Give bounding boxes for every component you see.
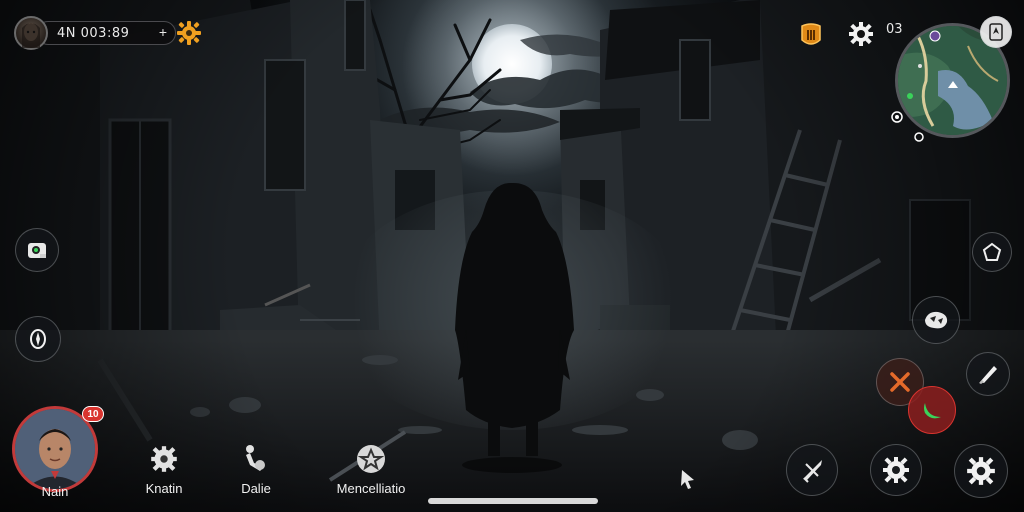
compass-icon <box>30 329 46 349</box>
north-arrow-icon <box>989 23 1003 41</box>
gear-icon <box>151 446 177 472</box>
shield-badge-icon[interactable] <box>800 22 822 48</box>
knife-icon <box>979 366 997 384</box>
character-name: Nain <box>41 484 69 499</box>
fire-button[interactable] <box>786 444 838 496</box>
gear-icon <box>883 457 909 483</box>
top-counter: 03 <box>886 22 903 37</box>
player-id-bar: 4N 003:89 + <box>36 21 176 45</box>
camera-icon <box>28 243 46 258</box>
compass-north-button[interactable] <box>980 16 1012 48</box>
map-marker-icon <box>890 110 904 124</box>
player-avatar[interactable] <box>14 16 48 50</box>
daily-reward-icon[interactable] <box>176 20 202 46</box>
notification-badge: 10 <box>82 406 104 422</box>
character-face-icon <box>15 409 95 489</box>
pentagon-icon <box>982 242 1002 261</box>
grenade-icon <box>925 311 948 329</box>
pin-icon <box>246 445 265 471</box>
reload-button[interactable] <box>870 444 922 496</box>
special-skill-button[interactable] <box>908 386 956 434</box>
add-button[interactable]: + <box>159 24 167 40</box>
bullet-icon <box>803 460 822 483</box>
grenade-button[interactable] <box>912 296 960 344</box>
star-badge-icon <box>357 445 385 473</box>
cursor-arrow-icon <box>678 468 698 490</box>
player-id-pill[interactable]: 4N 003:89 + <box>14 16 176 50</box>
game-screen: 4N 003:89 + 03 10 Nain Knatin Dalie Menc… <box>0 0 1024 512</box>
tab-label: Mencelliatio <box>336 481 406 496</box>
settings-button[interactable] <box>954 444 1008 498</box>
compass-button[interactable] <box>15 316 61 362</box>
alley-scene <box>0 0 1024 512</box>
tab-mencelliatio[interactable]: Mencelliatio <box>331 443 411 496</box>
cross-swords-icon <box>890 372 910 392</box>
avatar-face-icon <box>22 23 40 48</box>
settings-gear-icon[interactable] <box>848 21 874 47</box>
settings-icon <box>967 457 995 485</box>
tab-knatin[interactable]: Knatin <box>124 443 204 496</box>
home-indicator[interactable] <box>428 498 598 504</box>
knife-button[interactable] <box>966 352 1010 396</box>
tab-dalie[interactable]: Dalie <box>216 443 296 496</box>
tab-label: Dalie <box>241 481 271 496</box>
camera-button[interactable] <box>15 228 59 272</box>
crescent-icon <box>924 403 941 419</box>
map-ping-icon <box>912 130 926 144</box>
player-id-text: 4N 003:89 <box>57 25 130 41</box>
jump-button[interactable] <box>972 232 1012 272</box>
tab-label: Knatin <box>145 481 183 496</box>
